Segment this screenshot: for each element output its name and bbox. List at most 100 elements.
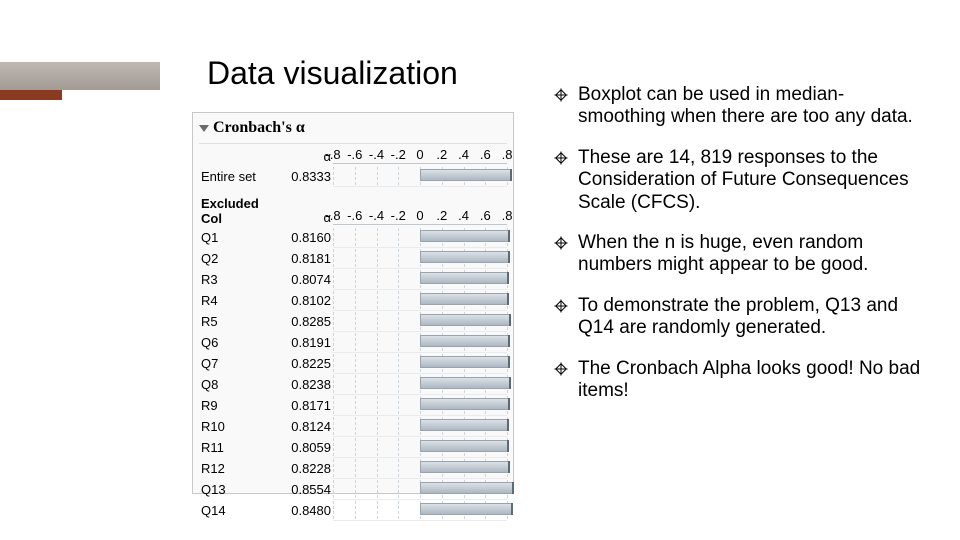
table-row: R120.8228 [199,458,507,479]
row-label: R10 [199,416,271,437]
alpha-median-mark [508,251,510,263]
row-chart [333,416,507,437]
row-alpha: 0.8285 [271,311,333,332]
row-alpha: 0.8228 [271,458,333,479]
table-row: Q10.8160 [199,227,507,248]
table-row: R90.8171 [199,395,507,416]
row-alpha: 0.8238 [271,374,333,395]
axis-tick: .2 [436,208,447,223]
row-chart [333,353,507,374]
row-alpha: 0.8554 [271,479,333,500]
axis-tick: -.6 [347,147,362,162]
panel-header: Cronbach's α [199,117,507,143]
table-row: Q20.8181 [199,248,507,269]
row-chart [333,332,507,353]
row-label: Q7 [199,353,271,374]
alpha-bar [420,251,509,263]
alpha-median-mark [507,440,509,452]
table-row: R30.8074 [199,269,507,290]
row-label: Q8 [199,374,271,395]
row-alpha: 0.8181 [271,248,333,269]
alpha-median-mark [507,272,509,284]
row-chart [333,227,507,248]
bullet-text: The Cronbach Alpha looks good! No bad it… [578,358,920,401]
row-chart [333,374,507,395]
panel-title: Cronbach's α [213,119,305,137]
axis-tick: .6 [480,208,491,223]
row-alpha: 0.8059 [271,437,333,458]
row-alpha: 0.8102 [271,290,333,311]
alpha-bar [420,503,512,515]
bullet-item: These are 14, 819 responses to the Consi… [554,147,926,214]
alpha-bar [420,230,509,242]
axis-tick: -.4 [369,147,384,162]
axis-tick: .2 [436,147,447,162]
diamond-bullet-icon [554,236,568,250]
row-label: R9 [199,395,271,416]
row-label: Q1 [199,227,271,248]
alpha-bar [420,272,508,284]
alpha-bar [420,169,511,181]
row-chart [333,311,507,332]
row-alpha: 0.8124 [271,416,333,437]
row-chart [333,269,507,290]
row-alpha: 0.8074 [271,269,333,290]
row-chart [333,395,507,416]
table-row: Q80.8238 [199,374,507,395]
row-alpha: 0.8191 [271,332,333,353]
row-chart [333,290,507,311]
table-row: Q130.8554 [199,479,507,500]
row-label: Q14 [199,500,271,521]
excluded-header-row: Excluded Col [199,187,507,208]
bullet-item: When the n is huge, even random numbers … [554,232,926,277]
row-chart [333,437,507,458]
table-row: Q60.8191 [199,332,507,353]
bullet-item: The Cronbach Alpha looks good! No bad it… [554,358,926,403]
row-chart [333,458,507,479]
panel-divider [199,143,507,144]
bullet-text: Boxplot can be used in median-smoothing … [578,84,913,127]
bullet-text: When the n is huge, even random numbers … [578,232,868,275]
axis-ticks-2: -.8-.6-.4-.20.2.4.6.8 [333,207,507,227]
alpha-bar [420,293,508,305]
diamond-bullet-icon [554,151,568,165]
alpha-bar [420,335,509,347]
row-chart [333,479,507,500]
row-label: Q6 [199,332,271,353]
alpha-bar [420,419,508,431]
alpha-median-mark [509,314,511,326]
alpha-bar [420,461,509,473]
bullet-text: To demonstrate the problem, Q13 and Q14 … [578,295,898,338]
row-label: R4 [199,290,271,311]
bullet-item: Boxplot can be used in median-smoothing … [554,84,926,129]
row-alpha: 0.8171 [271,395,333,416]
decor-bar-grey [0,62,160,90]
row-alpha: 0.8225 [271,353,333,374]
alpha-median-mark [508,335,510,347]
alpha-median-mark [508,398,510,410]
entire-set-label: Entire set [199,166,271,187]
alpha-median-mark [512,482,514,494]
axis-tick: -.8 [325,147,340,162]
alpha-median-mark [511,503,513,515]
alpha-median-mark [508,230,510,242]
row-alpha: 0.8480 [271,500,333,521]
axis-tick: 0 [416,147,423,162]
bullet-list: Boxplot can be used in median-smoothing … [554,84,926,420]
diamond-bullet-icon [554,88,568,102]
table-row: Q70.8225 [199,353,507,374]
axis-tick: -.2 [391,147,406,162]
row-chart [333,500,507,521]
row-label: R5 [199,311,271,332]
axis-tick: -.6 [347,208,362,223]
bullet-text: These are 14, 819 responses to the Consi… [578,147,909,213]
axis-tick: .4 [458,208,469,223]
axis-tick: .8 [502,147,513,162]
axis-tick: .6 [480,147,491,162]
alpha-bar [420,356,509,368]
entire-set-chart [333,166,507,187]
disclosure-triangle-icon[interactable] [199,125,209,132]
row-alpha: 0.8160 [271,227,333,248]
excluded-col-label: Excluded Col [201,197,269,226]
row-chart [333,248,507,269]
